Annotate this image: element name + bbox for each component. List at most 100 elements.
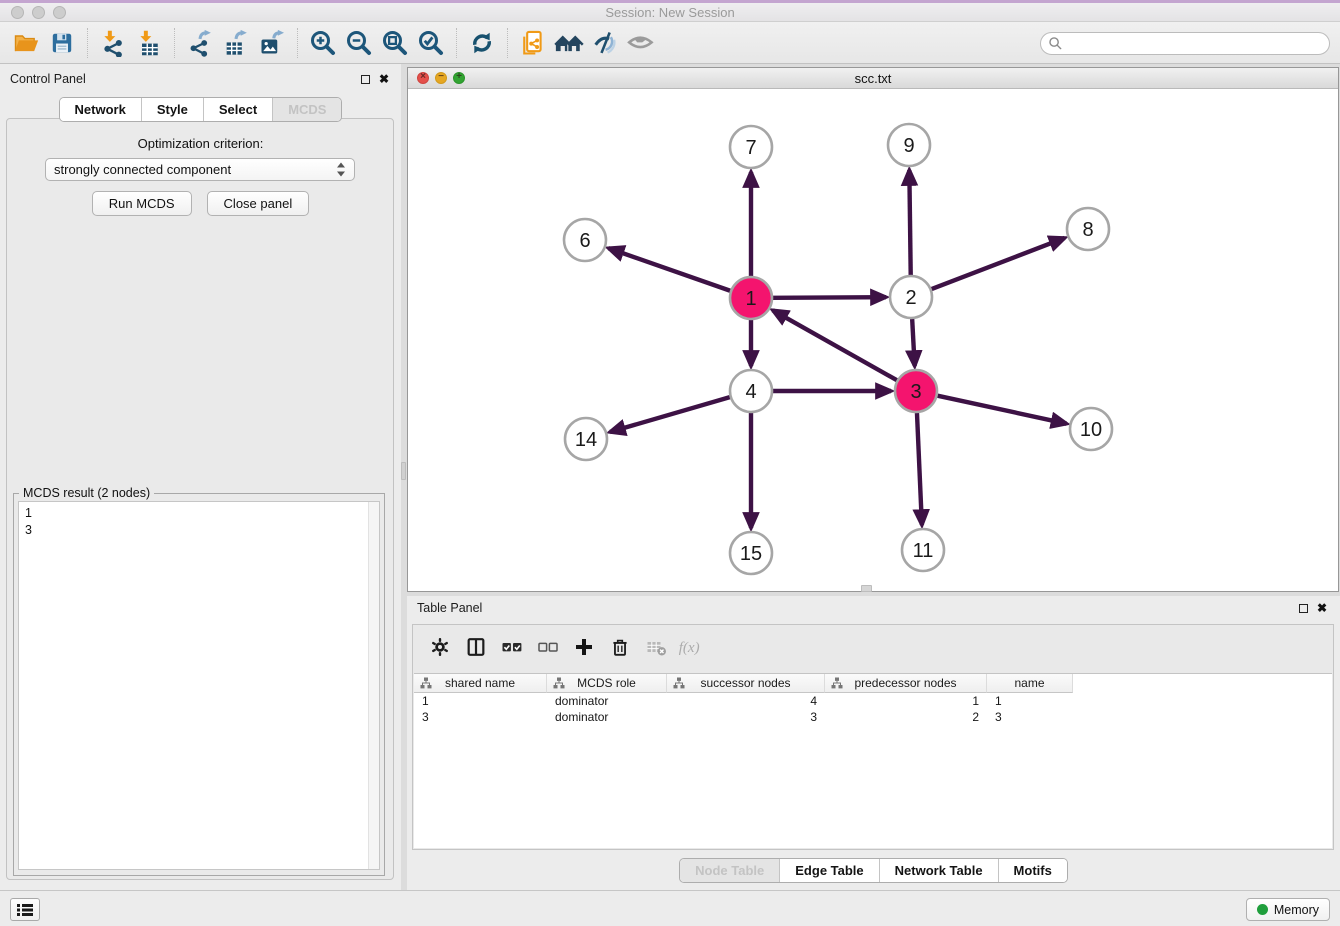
control-panel-title: Control Panel [10,72,86,86]
hide-details-eye-slash-icon[interactable] [587,25,623,61]
function-fx-icon: f(x) [677,632,707,662]
tab-motifs[interactable]: Motifs [999,859,1067,882]
close-table-panel-icon[interactable]: ✖ [1317,602,1327,614]
window-title: Session: New Session [0,5,1340,20]
graph-node-3[interactable]: 3 [895,370,937,412]
graph-node-4[interactable]: 4 [730,370,772,412]
table-delete-icon [641,632,671,662]
new-network-from-selection-icon[interactable] [515,25,551,61]
graph-node-10[interactable]: 10 [1070,408,1112,450]
run-mcds-button[interactable]: Run MCDS [92,191,192,216]
table-cell[interactable]: dominator [547,693,667,709]
houses-icon[interactable] [551,25,587,61]
graph-node-14[interactable]: 14 [565,418,607,460]
zoom-out-icon[interactable] [341,25,377,61]
column-label: name [1014,676,1044,690]
tab-network[interactable]: Network [60,98,142,121]
result-scrollbar[interactable] [368,502,379,869]
table-cell[interactable]: 2 [825,709,987,725]
column-header-predecessor-nodes[interactable]: predecessor nodes [825,674,987,693]
node-label: 8 [1082,219,1093,241]
tab-node-table[interactable]: Node Table [680,859,780,882]
graph-node-9[interactable]: 9 [888,124,930,166]
column-header-shared-name[interactable]: shared name [414,674,547,693]
column-header-successor-nodes[interactable]: successor nodes [667,674,825,693]
column-header-MCDS-role[interactable]: MCDS role [547,674,667,693]
export-image-icon[interactable] [254,25,290,61]
graph-edge-2-9[interactable] [909,170,910,275]
export-table-icon[interactable] [218,25,254,61]
toolbar-separator [174,28,175,58]
zoom-fit-icon[interactable] [377,25,413,61]
graph-node-8[interactable]: 8 [1067,208,1109,250]
graph-node-11[interactable]: 11 [902,529,944,571]
memory-button[interactable]: Memory [1246,898,1330,921]
show-details-eye-icon [623,25,659,61]
graph-edge-4-14[interactable] [610,397,730,432]
refresh-icon[interactable] [464,25,500,61]
graph-edge-2-3[interactable] [912,319,915,366]
tab-network-table[interactable]: Network Table [880,859,999,882]
tab-mcds[interactable]: MCDS [273,98,341,121]
graph-node-15[interactable]: 15 [730,532,772,574]
export-network-icon[interactable] [182,25,218,61]
table-cell[interactable]: 3 [414,709,547,725]
table-cell[interactable]: 4 [667,693,825,709]
import-network-icon[interactable] [95,25,131,61]
network-graph[interactable]: 7 9 6 8 1 2 4 3 14 10 15 11 [408,89,1338,592]
optimization-criterion-dropdown[interactable]: strongly connected component [45,158,355,181]
search-field[interactable] [1040,32,1330,55]
table-cell[interactable]: dominator [547,709,667,725]
graph-edge-3-11[interactable] [917,413,922,525]
graph-node-2[interactable]: 2 [890,276,932,318]
dropdown-value: strongly connected component [54,162,336,177]
network-window-title: scc.txt [408,71,1338,86]
columns-icon[interactable] [461,632,491,662]
checkbox-checked-pair-icon[interactable] [497,632,527,662]
graph-node-7[interactable]: 7 [730,126,772,168]
search-icon [1048,36,1063,51]
checkbox-unchecked-pair-icon[interactable] [533,632,563,662]
table-cell[interactable]: 1 [825,693,987,709]
table-cell[interactable]: 3 [987,709,1073,725]
mcds-result-list[interactable]: 13 [18,501,380,870]
network-window-titlebar[interactable]: × − + scc.txt [408,68,1338,89]
optimization-criterion-label: Optimization criterion: [0,136,401,151]
column-header-name[interactable]: name [987,674,1073,693]
table-cell[interactable]: 1 [987,693,1073,709]
graph-edge-1-2[interactable] [773,297,886,298]
close-panel-button[interactable]: Close panel [207,191,310,216]
search-input[interactable] [1063,37,1329,51]
float-table-panel-icon[interactable] [1299,604,1308,613]
table-cell[interactable]: 1 [414,693,547,709]
graph-node-1[interactable]: 1 [730,277,772,319]
table-panel: Table Panel ✖ [407,596,1340,890]
gear-icon[interactable] [425,632,455,662]
graph-edge-3-10[interactable] [937,396,1066,424]
open-folder-icon[interactable] [8,25,44,61]
tab-select[interactable]: Select [204,98,273,121]
table-cell[interactable]: 3 [667,709,825,725]
trash-icon[interactable] [605,632,635,662]
graph-node-6[interactable]: 6 [564,219,606,261]
task-history-button[interactable] [10,898,40,921]
tab-edge-table[interactable]: Edge Table [780,859,879,882]
network-canvas[interactable]: 7 9 6 8 1 2 4 3 14 10 15 11 [408,89,1338,591]
tab-style[interactable]: Style [142,98,204,121]
vertical-splitter-handle[interactable] [401,462,406,480]
zoom-in-icon[interactable] [305,25,341,61]
table-row[interactable]: 3dominator323 [414,709,1332,725]
table-panel-content: f(x) shared nameMCDS rolesuccessor nodes… [412,624,1334,850]
graph-edge-1-6[interactable] [609,248,731,290]
horizontal-splitter-handle[interactable] [861,585,872,592]
graph-edge-3-1[interactable] [773,310,897,380]
import-table-icon[interactable] [131,25,167,61]
close-panel-icon[interactable]: ✖ [379,73,389,85]
plus-icon[interactable] [569,632,599,662]
memory-status-dot [1257,904,1268,915]
floppy-disk-icon[interactable] [44,25,80,61]
graph-edge-2-8[interactable] [932,238,1065,289]
float-panel-icon[interactable] [361,75,370,84]
zoom-selected-icon[interactable] [413,25,449,61]
table-row[interactable]: 1dominator411 [414,693,1332,709]
